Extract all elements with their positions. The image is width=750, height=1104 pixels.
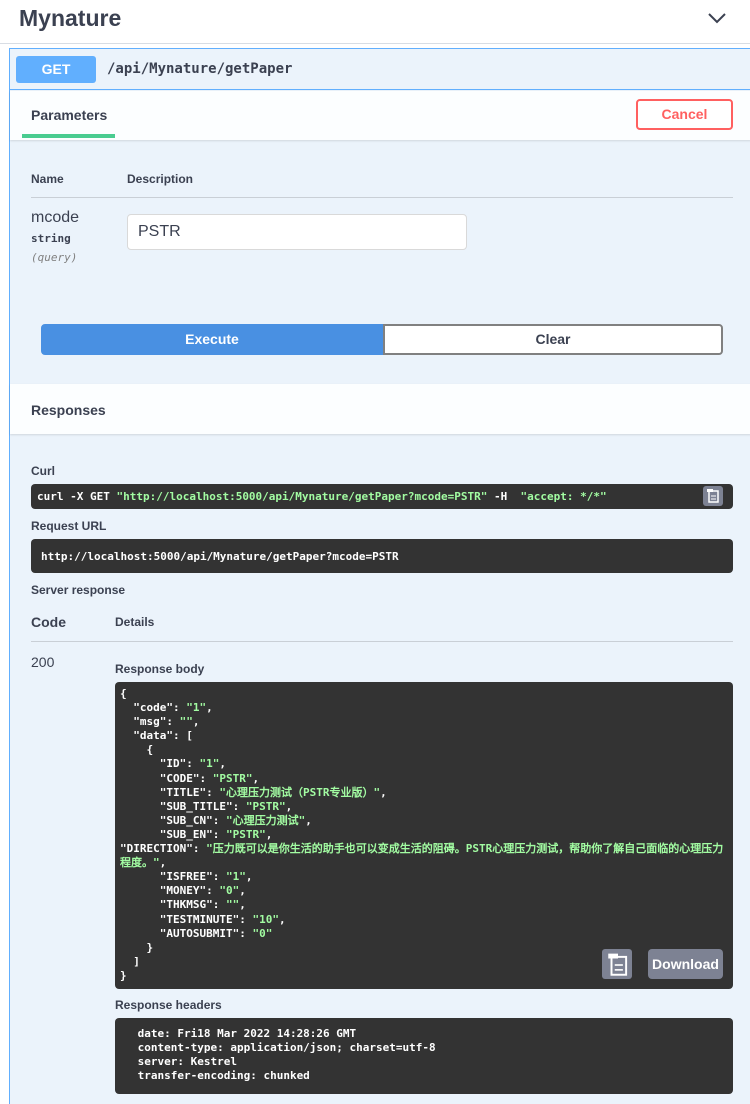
column-header-description: Description: [127, 172, 194, 186]
response-code: 200: [31, 654, 55, 670]
tag-header[interactable]: Mynature: [0, 0, 750, 44]
mcode-input[interactable]: PSTR: [127, 214, 467, 250]
method-badge: GET: [16, 56, 96, 83]
parameters-header: Parameters Cancel: [10, 91, 750, 140]
execute-button[interactable]: Execute: [41, 324, 383, 355]
chevron-down-icon[interactable]: [705, 9, 729, 27]
download-button[interactable]: Download: [648, 949, 723, 979]
request-url-label: Request URL: [31, 519, 107, 533]
response-body-json: { "code": "1", "msg": "", "data": [ { "I…: [120, 687, 724, 982]
response-body[interactable]: { "code": "1", "msg": "", "data": [ { "I…: [115, 682, 733, 989]
tab-parameters-label: Parameters: [31, 107, 108, 123]
divider: [31, 197, 733, 198]
response-headers-label: Response headers: [115, 998, 222, 1012]
column-header-details: Details: [115, 615, 155, 629]
column-header-code: Code: [31, 614, 66, 630]
divider: [31, 641, 733, 642]
column-header-name: Name: [31, 172, 64, 186]
copy-response-icon[interactable]: [602, 949, 632, 979]
curl-text: curl -X GET "http://localhost:5000/api/M…: [37, 490, 607, 503]
curl-label: Curl: [31, 464, 55, 478]
curl-command[interactable]: curl -X GET "http://localhost:5000/api/M…: [31, 484, 733, 509]
header-line: transfer-encoding: chunked: [131, 1069, 317, 1082]
header-line: server: Kestrel: [131, 1055, 244, 1068]
operation-path: /api/Mynature/getPaper: [107, 61, 293, 77]
operation-block: GET /api/Mynature/getPaper Parameters Ca…: [9, 48, 750, 1104]
response-headers-text: date: Fri18 Mar 2022 14:28:26 GMT conten…: [131, 1027, 442, 1083]
responses-header: Responses: [10, 384, 750, 434]
param-location: (query): [31, 251, 78, 264]
request-url-box: http://localhost:5000/api/Mynature/getPa…: [31, 539, 733, 573]
responses-title: Responses: [31, 402, 106, 418]
request-url: http://localhost:5000/api/Mynature/getPa…: [41, 550, 399, 563]
param-type: string: [31, 232, 71, 245]
param-name: mcode: [31, 209, 80, 226]
operation-summary[interactable]: GET /api/Mynature/getPaper: [10, 49, 750, 90]
tag-title: Mynature: [19, 5, 122, 31]
header-line: date: Fri18 Mar 2022 14:28:26 GMT: [131, 1027, 363, 1040]
header-line: content-type: application/json; charset=…: [131, 1041, 443, 1054]
response-headers: date: Fri18 Mar 2022 14:28:26 GMT conten…: [115, 1018, 733, 1094]
tab-parameters[interactable]: Parameters: [22, 91, 115, 138]
clear-button[interactable]: Clear: [383, 324, 723, 355]
server-response-label: Server response: [31, 583, 126, 597]
copy-curl-icon[interactable]: [703, 486, 723, 506]
response-body-label: Response body: [115, 662, 205, 676]
cancel-button[interactable]: Cancel: [636, 99, 733, 130]
